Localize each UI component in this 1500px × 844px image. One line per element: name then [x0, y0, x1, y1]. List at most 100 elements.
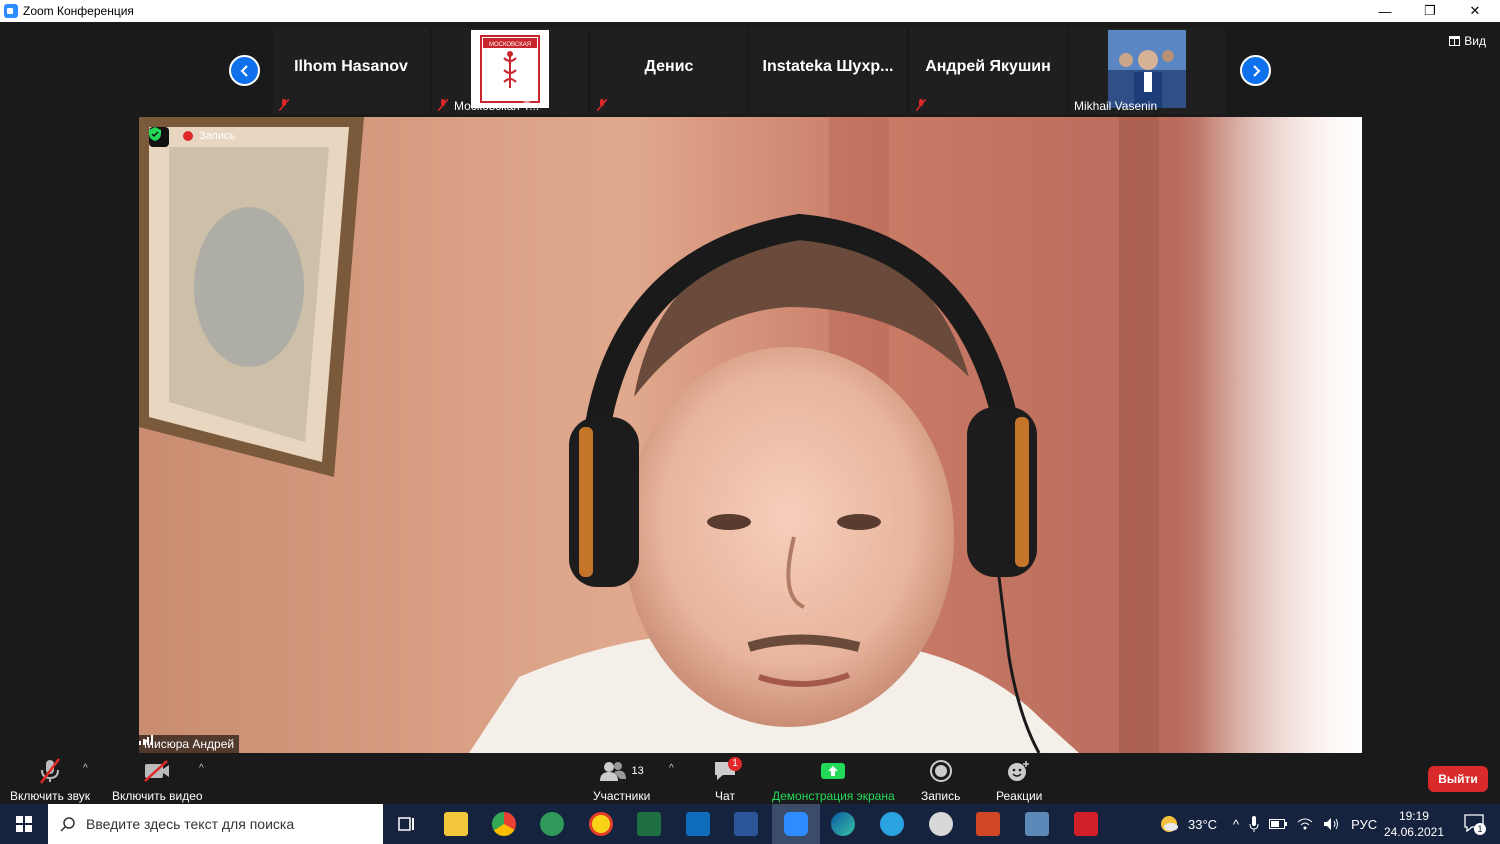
reactions-label: Реакции [996, 789, 1043, 803]
chrome-icon[interactable] [492, 812, 516, 836]
recording-indicator: Запись [183, 130, 235, 142]
organization-logo: МОСКОВСКАЯ [471, 30, 549, 108]
participant-tile[interactable]: Instateka Шухр... [750, 28, 906, 114]
wifi-icon[interactable] [1297, 818, 1313, 830]
zoom-app-icon [4, 4, 18, 18]
participant-tile[interactable]: Mikhail Vasenin [1069, 28, 1225, 114]
participants-options-caret[interactable]: ^ [669, 763, 674, 774]
signal-bars-icon [139, 735, 153, 745]
zoom-window: Zoom Конференция — ❐ ✕ Ilhom Hasanov МОС… [0, 0, 1500, 844]
participants-count: 13 [631, 765, 644, 777]
security-shield-icon[interactable] [149, 127, 169, 147]
video-off-icon [144, 760, 170, 782]
title-bar: Zoom Конференция — ❐ ✕ [0, 0, 1500, 22]
excel-icon[interactable] [637, 812, 661, 836]
start-video-label: Включить видео [112, 789, 203, 803]
zoom-icon [784, 812, 808, 836]
chat-label: Чат [715, 789, 735, 803]
chevron-left-icon [240, 64, 248, 77]
volume-icon[interactable] [1323, 817, 1341, 831]
search-icon [60, 817, 75, 832]
windows-logo-icon [16, 816, 32, 832]
start-button[interactable] [0, 804, 48, 844]
system-tray: ^ РУС [1233, 804, 1377, 844]
snipping-tool-icon[interactable] [929, 812, 953, 836]
chat-badge: 1 [728, 757, 742, 771]
photo-viewer-icon[interactable] [1025, 812, 1049, 836]
share-screen-button[interactable]: Демонстрация экрана [772, 757, 895, 803]
clock-date: 24.06.2021 [1383, 825, 1444, 839]
participant-name: Ilhom Hasanov [294, 58, 408, 75]
muted-mic-icon [597, 99, 607, 111]
weather-sun-icon [1161, 816, 1178, 832]
reactions-button[interactable]: Реакции [996, 757, 1042, 803]
participants-button[interactable]: 13 Участники [593, 757, 650, 803]
acrobat-icon[interactable] [1074, 812, 1098, 836]
grid-view-icon [1449, 36, 1461, 46]
participant-footer-name: Mikhail Vasenin [1074, 99, 1158, 113]
file-explorer-icon[interactable] [444, 812, 468, 836]
input-language[interactable]: РУС [1351, 817, 1377, 832]
recording-label: Запись [199, 130, 236, 142]
participant-photo [1108, 30, 1186, 108]
prev-page-button[interactable] [229, 55, 260, 86]
participant-footer-name: Московская Т... [454, 99, 540, 113]
minimize-button[interactable]: — [1362, 0, 1408, 22]
windows-taskbar: Введите здесь текст для поиска 33°C ^ РУ… [0, 804, 1500, 844]
muted-mic-icon [279, 99, 289, 111]
word-icon[interactable] [734, 812, 758, 836]
notification-count: 1 [1474, 823, 1486, 835]
audio-options-caret[interactable]: ^ [83, 763, 88, 774]
participant-name: Instateka Шухр... [762, 58, 894, 75]
view-button[interactable]: Вид [1449, 34, 1486, 48]
microphone-icon[interactable] [1249, 816, 1259, 832]
participants-label: Участники [593, 789, 651, 803]
start-video-button[interactable]: Включить видео [112, 757, 203, 803]
recording-dot-icon [183, 131, 193, 141]
share-screen-label: Демонстрация экрана [772, 789, 895, 803]
action-center-button[interactable]: 1 [1464, 814, 1486, 835]
system-clock[interactable]: 19:19 24.06.2021 [1384, 808, 1444, 840]
record-label: Запись [921, 789, 961, 803]
meeting-toolbar: Включить звук ^ Включить видео ^ 13 Учас… [0, 753, 1500, 804]
leave-button[interactable]: Выйти [1428, 766, 1488, 792]
participants-icon [599, 762, 626, 781]
zoom-taskbar-active[interactable] [772, 804, 820, 844]
unmute-button[interactable]: Включить звук [10, 757, 90, 803]
video-frame [139, 117, 1362, 753]
participant-name: Андрей Якушин [925, 58, 1051, 75]
weather-widget[interactable]: 33°C [1158, 804, 1217, 844]
search-placeholder: Введите здесь текст для поиска [86, 816, 295, 832]
speaker-name-label: Мисюра Андрей [139, 735, 240, 753]
participant-tile[interactable]: Денис [591, 28, 747, 114]
next-page-button[interactable] [1240, 55, 1271, 86]
close-button[interactable]: ✕ [1452, 0, 1498, 22]
powerpoint-icon[interactable] [976, 812, 1000, 836]
participant-tile[interactable]: Андрей Якушин [910, 28, 1066, 114]
unmute-label: Включить звук [10, 789, 91, 803]
battery-icon[interactable] [1269, 819, 1288, 829]
active-speaker-video: Запись Мисюра Андрей [139, 117, 1362, 753]
record-icon [929, 760, 952, 782]
share-screen-icon [821, 763, 846, 779]
chevron-up-icon[interactable]: ^ [1233, 817, 1239, 832]
taskbar-search-box[interactable]: Введите здесь текст для поиска [48, 804, 383, 844]
task-view-icon[interactable] [395, 812, 419, 836]
muted-mic-icon [40, 758, 61, 784]
1c-icon[interactable] [589, 812, 613, 836]
telegram-icon[interactable] [880, 812, 904, 836]
logo-text: МОСКОВСКАЯ [489, 42, 531, 48]
edge-icon[interactable] [831, 812, 855, 836]
window-title: Zoom Конференция [23, 4, 134, 18]
outlook-icon[interactable] [686, 812, 710, 836]
chevron-right-icon [1252, 64, 1260, 77]
restore-button[interactable]: ❐ [1407, 0, 1453, 22]
video-options-caret[interactable]: ^ [199, 763, 204, 774]
participant-tile[interactable]: МОСКОВСКАЯ Московская Т... [432, 28, 588, 114]
clock-time: 19:19 [1398, 809, 1429, 823]
chat-button[interactable]: 1 Чат [713, 757, 742, 803]
globe-app-icon[interactable] [540, 812, 564, 836]
muted-mic-icon [916, 99, 926, 111]
participant-tile[interactable]: Ilhom Hasanov [273, 28, 429, 114]
record-button[interactable]: Запись [921, 757, 960, 803]
